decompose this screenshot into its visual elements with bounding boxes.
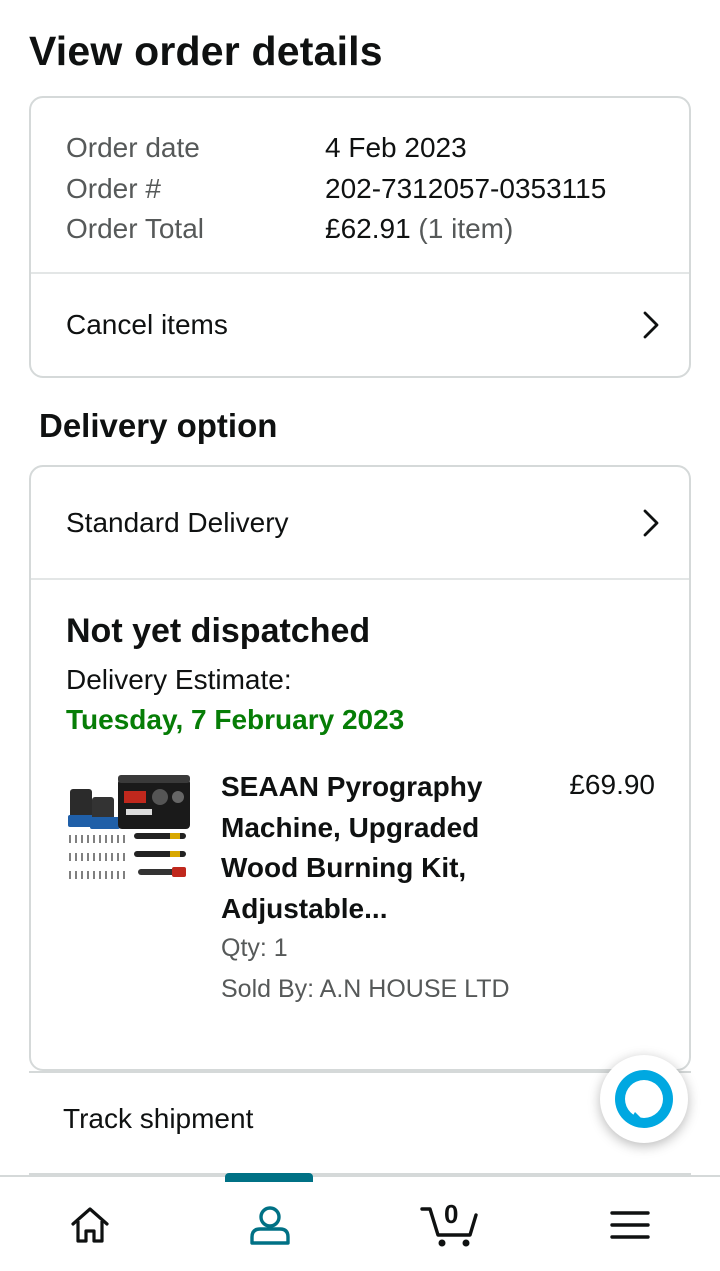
order-total-value: £62.91 [325,213,411,244]
order-total-label: Order Total [66,213,204,244]
cancel-items-label: Cancel items [66,309,228,340]
delivery-card: Standard Delivery Not yet dispatched Del… [29,465,691,1071]
delivery-option-button[interactable]: Standard Delivery [31,467,689,578]
order-number-label: Order # [66,172,161,204]
product-quantity: Qty: 1 [221,934,288,962]
order-item-count: (1 item) [418,213,514,244]
page-title: View order details [29,28,383,74]
product-price: £69.90 [569,769,655,800]
alexa-icon [615,1070,673,1128]
product-image[interactable] [66,767,196,892]
cancel-items-button[interactable]: Cancel items [31,274,689,376]
order-number-row: Order # 202-7312057-0353115 [66,169,689,210]
order-total-value-group: £62.91 (1 item) [325,209,513,250]
cart-count: 0 [444,1199,459,1229]
track-shipment-button[interactable]: Track shipment [29,1071,691,1175]
order-total-row: Order Total £62.91 (1 item) [66,209,689,250]
alexa-assistant-button[interactable] [600,1055,688,1143]
nav-account-button[interactable] [180,1177,360,1271]
delivery-option-label: Standard Delivery [66,506,289,538]
order-summary-list: Order date 4 Feb 2023 Order # 202-731205… [31,98,689,250]
product-seller: Sold By: A.N HOUSE LTD [221,975,510,1003]
product-name-link[interactable]: SEAAN Pyrography Machine, Upgraded Wood … [221,767,521,929]
shipment-status: Not yet dispatched [66,612,371,650]
home-icon [71,1207,109,1243]
hamburger-icon [610,1211,650,1239]
order-summary-card: Order date 4 Feb 2023 Order # 202-731205… [29,96,691,378]
nav-menu-button[interactable] [540,1177,720,1271]
bottom-navigation: 0 [0,1173,720,1271]
nav-home-button[interactable] [0,1177,180,1271]
chevron-right-icon [643,509,659,536]
delivery-estimate-label: Delivery Estimate: [66,664,292,695]
chevron-right-icon [643,311,659,339]
nav-cart-button[interactable]: 0 [360,1177,540,1271]
delivery-estimate-date: Tuesday, 7 February 2023 [66,704,405,735]
divider [31,578,689,580]
person-icon [250,1206,290,1245]
order-number-value: 202-7312057-0353115 [325,172,607,204]
track-shipment-label: Track shipment [63,1103,254,1134]
order-date-row: Order date 4 Feb 2023 [66,128,689,169]
order-date-value: 4 Feb 2023 [325,132,467,163]
order-date-label: Order date [66,132,200,163]
delivery-section-title: Delivery option [39,407,278,444]
